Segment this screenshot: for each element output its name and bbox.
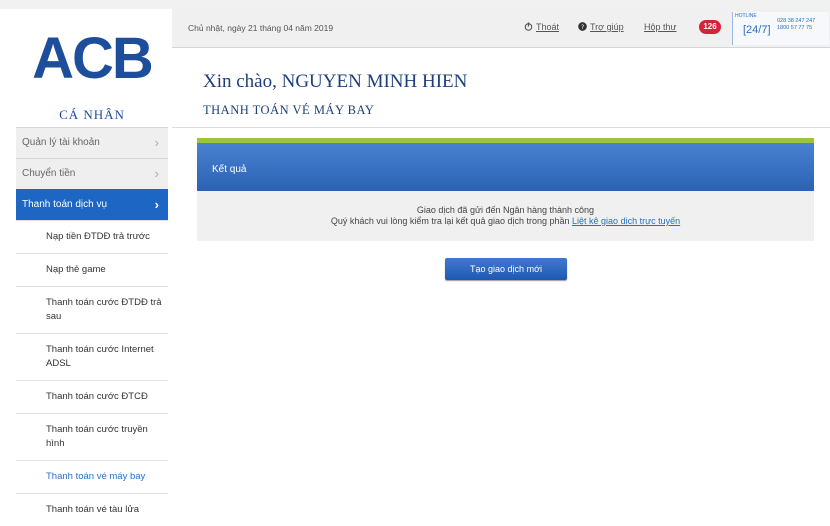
header-bar: Chủ nhật, ngày 21 tháng 04 năm 2019 Thoá… — [172, 9, 830, 48]
result-body: Giao dịch đã gửi đến Ngân hàng thành côn… — [197, 191, 814, 241]
inbox-link[interactable]: Hộp thư — [644, 22, 677, 32]
hotline-number: 1800 57 77 75 — [777, 24, 813, 31]
logout-label: Thoát — [536, 22, 560, 32]
result-message: Giao dịch đã gửi đến Ngân hàng thành côn… — [416, 205, 595, 215]
sidebar-item-account[interactable]: Quản lý tài khoản › — [16, 127, 168, 158]
sidebar-item-label: Chuyển tiền — [22, 168, 76, 179]
sidebar-subitem-postpaid[interactable]: Thanh toán cước ĐTDĐ trả sau — [16, 286, 168, 333]
greeting: Xin chào, NGUYEN MINH HIEN — [203, 71, 468, 92]
power-icon — [524, 22, 533, 33]
logo-text: ACB — [32, 26, 154, 91]
logo[interactable]: ACB CÁ NHÂN — [16, 9, 168, 126]
chevron-right-icon: › — [154, 197, 159, 212]
result-instruction: Quý khách vui lòng kiểm tra lại kết quả … — [197, 216, 814, 227]
chevron-right-icon: › — [154, 135, 159, 150]
logout-link[interactable]: Thoát — [524, 22, 559, 33]
help-label: Trợ giúp — [590, 22, 624, 32]
transaction-list-link[interactable]: Liệt kê giao dịch trực tuyến — [572, 216, 680, 226]
sidebar-item-label: Quản lý tài khoản — [22, 137, 100, 148]
sidebar-subitem-game-card[interactable]: Nạp thẻ game — [16, 253, 168, 286]
help-icon: ? — [578, 22, 587, 33]
sidebar: ACB CÁ NHÂN Quản lý tài khoản › Chuyển t… — [16, 9, 168, 526]
hotline-banner[interactable]: HOTLINE [24/7] 028 38 247 247 1800 57 77… — [732, 12, 829, 45]
sidebar-subitem-airfare[interactable]: Thanh toán vé máy bay — [16, 460, 168, 493]
sidebar-menu: Quản lý tài khoản › Chuyển tiền › Thanh … — [16, 127, 168, 526]
svg-text:?: ? — [581, 24, 584, 31]
header-date: Chủ nhật, ngày 21 tháng 04 năm 2019 — [188, 23, 334, 33]
result-title: Kết quả — [212, 164, 247, 175]
sidebar-item-label: Thanh toán dịch vụ — [22, 199, 108, 210]
logo-subtitle: CÁ NHÂN — [59, 107, 125, 122]
sidebar-item-payment[interactable]: Thanh toán dịch vụ › — [16, 189, 168, 220]
hotline-number: 028 38 247 247 — [777, 18, 816, 24]
hotline-numbers: 028 38 247 247 1800 57 77 75 — [777, 18, 815, 31]
top-strip — [0, 0, 830, 9]
help-link[interactable]: ? Trợ giúp — [578, 22, 624, 33]
chevron-right-icon: › — [154, 166, 159, 181]
hotline-top: HOTLINE — [735, 13, 757, 19]
sidebar-subitem-adsl[interactable]: Thanh toán cước Internet ADSL — [16, 333, 168, 380]
inbox-count-badge: 126 — [699, 20, 721, 34]
sidebar-subitem-landline[interactable]: Thanh toán cước ĐTCĐ — [16, 380, 168, 413]
new-transaction-button[interactable]: Tạo giao dịch mới — [445, 258, 567, 280]
hotline-247: [24/7] — [743, 24, 771, 36]
result-header: Kết quả — [197, 143, 814, 191]
result-instruction-text: Quý khách vui lòng kiểm tra lại kết quả … — [330, 216, 570, 226]
sidebar-subitem-prepaid-topup[interactable]: Nạp tiền ĐTDĐ trả trước — [16, 220, 168, 253]
inbox-label: Hộp thư — [644, 22, 677, 32]
page-title: THANH TOÁN VÉ MÁY BAY — [203, 103, 375, 117]
sidebar-item-transfer[interactable]: Chuyển tiền › — [16, 158, 168, 189]
sidebar-subitem-tv[interactable]: Thanh toán cước truyền hình — [16, 413, 168, 460]
sidebar-subitem-train[interactable]: Thanh toán vé tàu lửa — [16, 493, 168, 526]
divider — [172, 127, 830, 128]
result-panel: Kết quả Giao dịch đã gửi đến Ngân hàng t… — [197, 138, 814, 241]
